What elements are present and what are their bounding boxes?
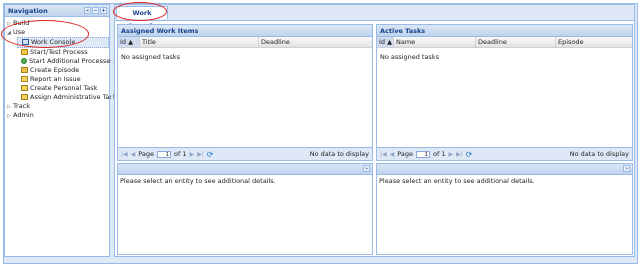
last-page-icon[interactable]: ▶| (456, 151, 463, 158)
page-number-input[interactable]: 1 (416, 150, 431, 158)
tree-node-track[interactable]: ▷ Track (7, 102, 109, 111)
tree-node-create-episode[interactable]: Create Episode (7, 66, 109, 75)
collapse-details-icon[interactable]: » (623, 165, 630, 172)
tree-node-report-issue[interactable]: Report an Issue (7, 75, 109, 84)
tab-bar: Work Console (115, 5, 634, 30)
details-panel-left: » Please select an entity to see additio… (117, 163, 373, 255)
next-page-icon[interactable]: ▶ (448, 151, 453, 158)
page-label: Page (138, 150, 155, 158)
tree-node-use[interactable]: ◢ Use (7, 28, 109, 37)
paging-toolbar: |◀ ◀ Page 1 of 1 ▶ ▶| ⟳ No data to displ… (118, 147, 372, 160)
details-message: Please select an entity to see additiona… (379, 177, 535, 185)
grid-column-headers: Id ▲ Name Deadline Episode (377, 37, 632, 48)
collapse-details-icon[interactable]: » (363, 165, 370, 172)
first-page-icon[interactable]: |◀ (380, 151, 387, 158)
empty-message: No assigned tasks (380, 53, 439, 61)
tree-node-start-test-process[interactable]: Start/Test Process (7, 48, 109, 57)
column-header-id[interactable]: Id ▲ (377, 37, 394, 47)
grid-title: Assigned Work Items (118, 25, 372, 37)
refresh-icon[interactable]: ⟳ (207, 150, 214, 159)
process-icon (21, 49, 28, 55)
details-header: » (377, 164, 632, 175)
main-panel: Work Console Assigned Work Items Id ▲ Ti… (114, 4, 635, 257)
details-message: Please select an entity to see additiona… (120, 177, 276, 185)
navigation-panel: Navigation « − + ▷ Build ◢ Use Work Consol… (4, 4, 117, 257)
empty-message: No assigned tasks (121, 53, 180, 61)
grid-column-headers: Id ▲ Title Deadline (118, 37, 372, 48)
column-header-episode[interactable]: Episode (556, 37, 632, 47)
assigned-work-items-grid: Assigned Work Items Id ▲ Title Deadline … (117, 24, 373, 161)
navigation-title: Navigation (8, 7, 48, 15)
details-header: » (118, 164, 372, 175)
column-header-name[interactable]: Name (394, 37, 476, 47)
refresh-icon[interactable]: ⟳ (466, 150, 473, 159)
details-panel-right: » Please select an entity to see additio… (376, 163, 633, 255)
page-count: of 1 (433, 150, 446, 158)
start-icon (21, 58, 27, 64)
column-header-deadline[interactable]: Deadline (259, 37, 372, 47)
tree-node-build[interactable]: ▷ Build (7, 19, 109, 28)
column-header-deadline[interactable]: Deadline (476, 37, 556, 47)
tree-node-work-console[interactable]: Work Console (17, 37, 109, 48)
collapse-panel-button[interactable]: « (84, 7, 91, 14)
prev-page-icon[interactable]: ◀ (131, 151, 136, 158)
page-label: Page (397, 150, 414, 158)
panel-splitter[interactable] (111, 4, 113, 257)
navigation-tree: ▷ Build ◢ Use Work Console Start/Test Proc… (5, 17, 117, 120)
episode-icon (21, 67, 28, 73)
task-icon (21, 94, 28, 100)
report-icon (21, 76, 28, 82)
next-page-icon[interactable]: ▶ (189, 151, 194, 158)
console-icon (22, 39, 29, 45)
grid-title: Active Tasks (377, 25, 632, 37)
navigation-header: Navigation « − + (5, 5, 109, 17)
column-header-id[interactable]: Id ▲ (118, 37, 140, 47)
task-icon (21, 85, 28, 91)
first-page-icon[interactable]: |◀ (121, 151, 128, 158)
prev-page-icon[interactable]: ◀ (390, 151, 395, 158)
active-tasks-grid: Active Tasks Id ▲ Name Deadline Episode … (376, 24, 633, 161)
expand-all-button[interactable]: + (100, 7, 107, 14)
tree-node-start-additional-processes[interactable]: Start Additional Processes (7, 57, 114, 66)
tree-node-admin[interactable]: ▷ Admin (7, 111, 109, 120)
tree-node-assign-admin-task[interactable]: Assign Administrative Task (7, 93, 117, 102)
paging-status: No data to display (569, 150, 629, 158)
paging-status: No data to display (309, 150, 369, 158)
tree-node-create-personal-task[interactable]: Create Personal Task (7, 84, 109, 93)
tab-work-console[interactable]: Work Console (116, 6, 168, 30)
collapse-all-button[interactable]: − (92, 7, 99, 14)
last-page-icon[interactable]: ▶| (197, 151, 204, 158)
page-number-input[interactable]: 1 (157, 150, 172, 158)
paging-toolbar: |◀ ◀ Page 1 of 1 ▶ ▶| ⟳ No data to displ… (377, 147, 632, 160)
column-header-title[interactable]: Title (140, 37, 259, 47)
page-count: of 1 (174, 150, 187, 158)
